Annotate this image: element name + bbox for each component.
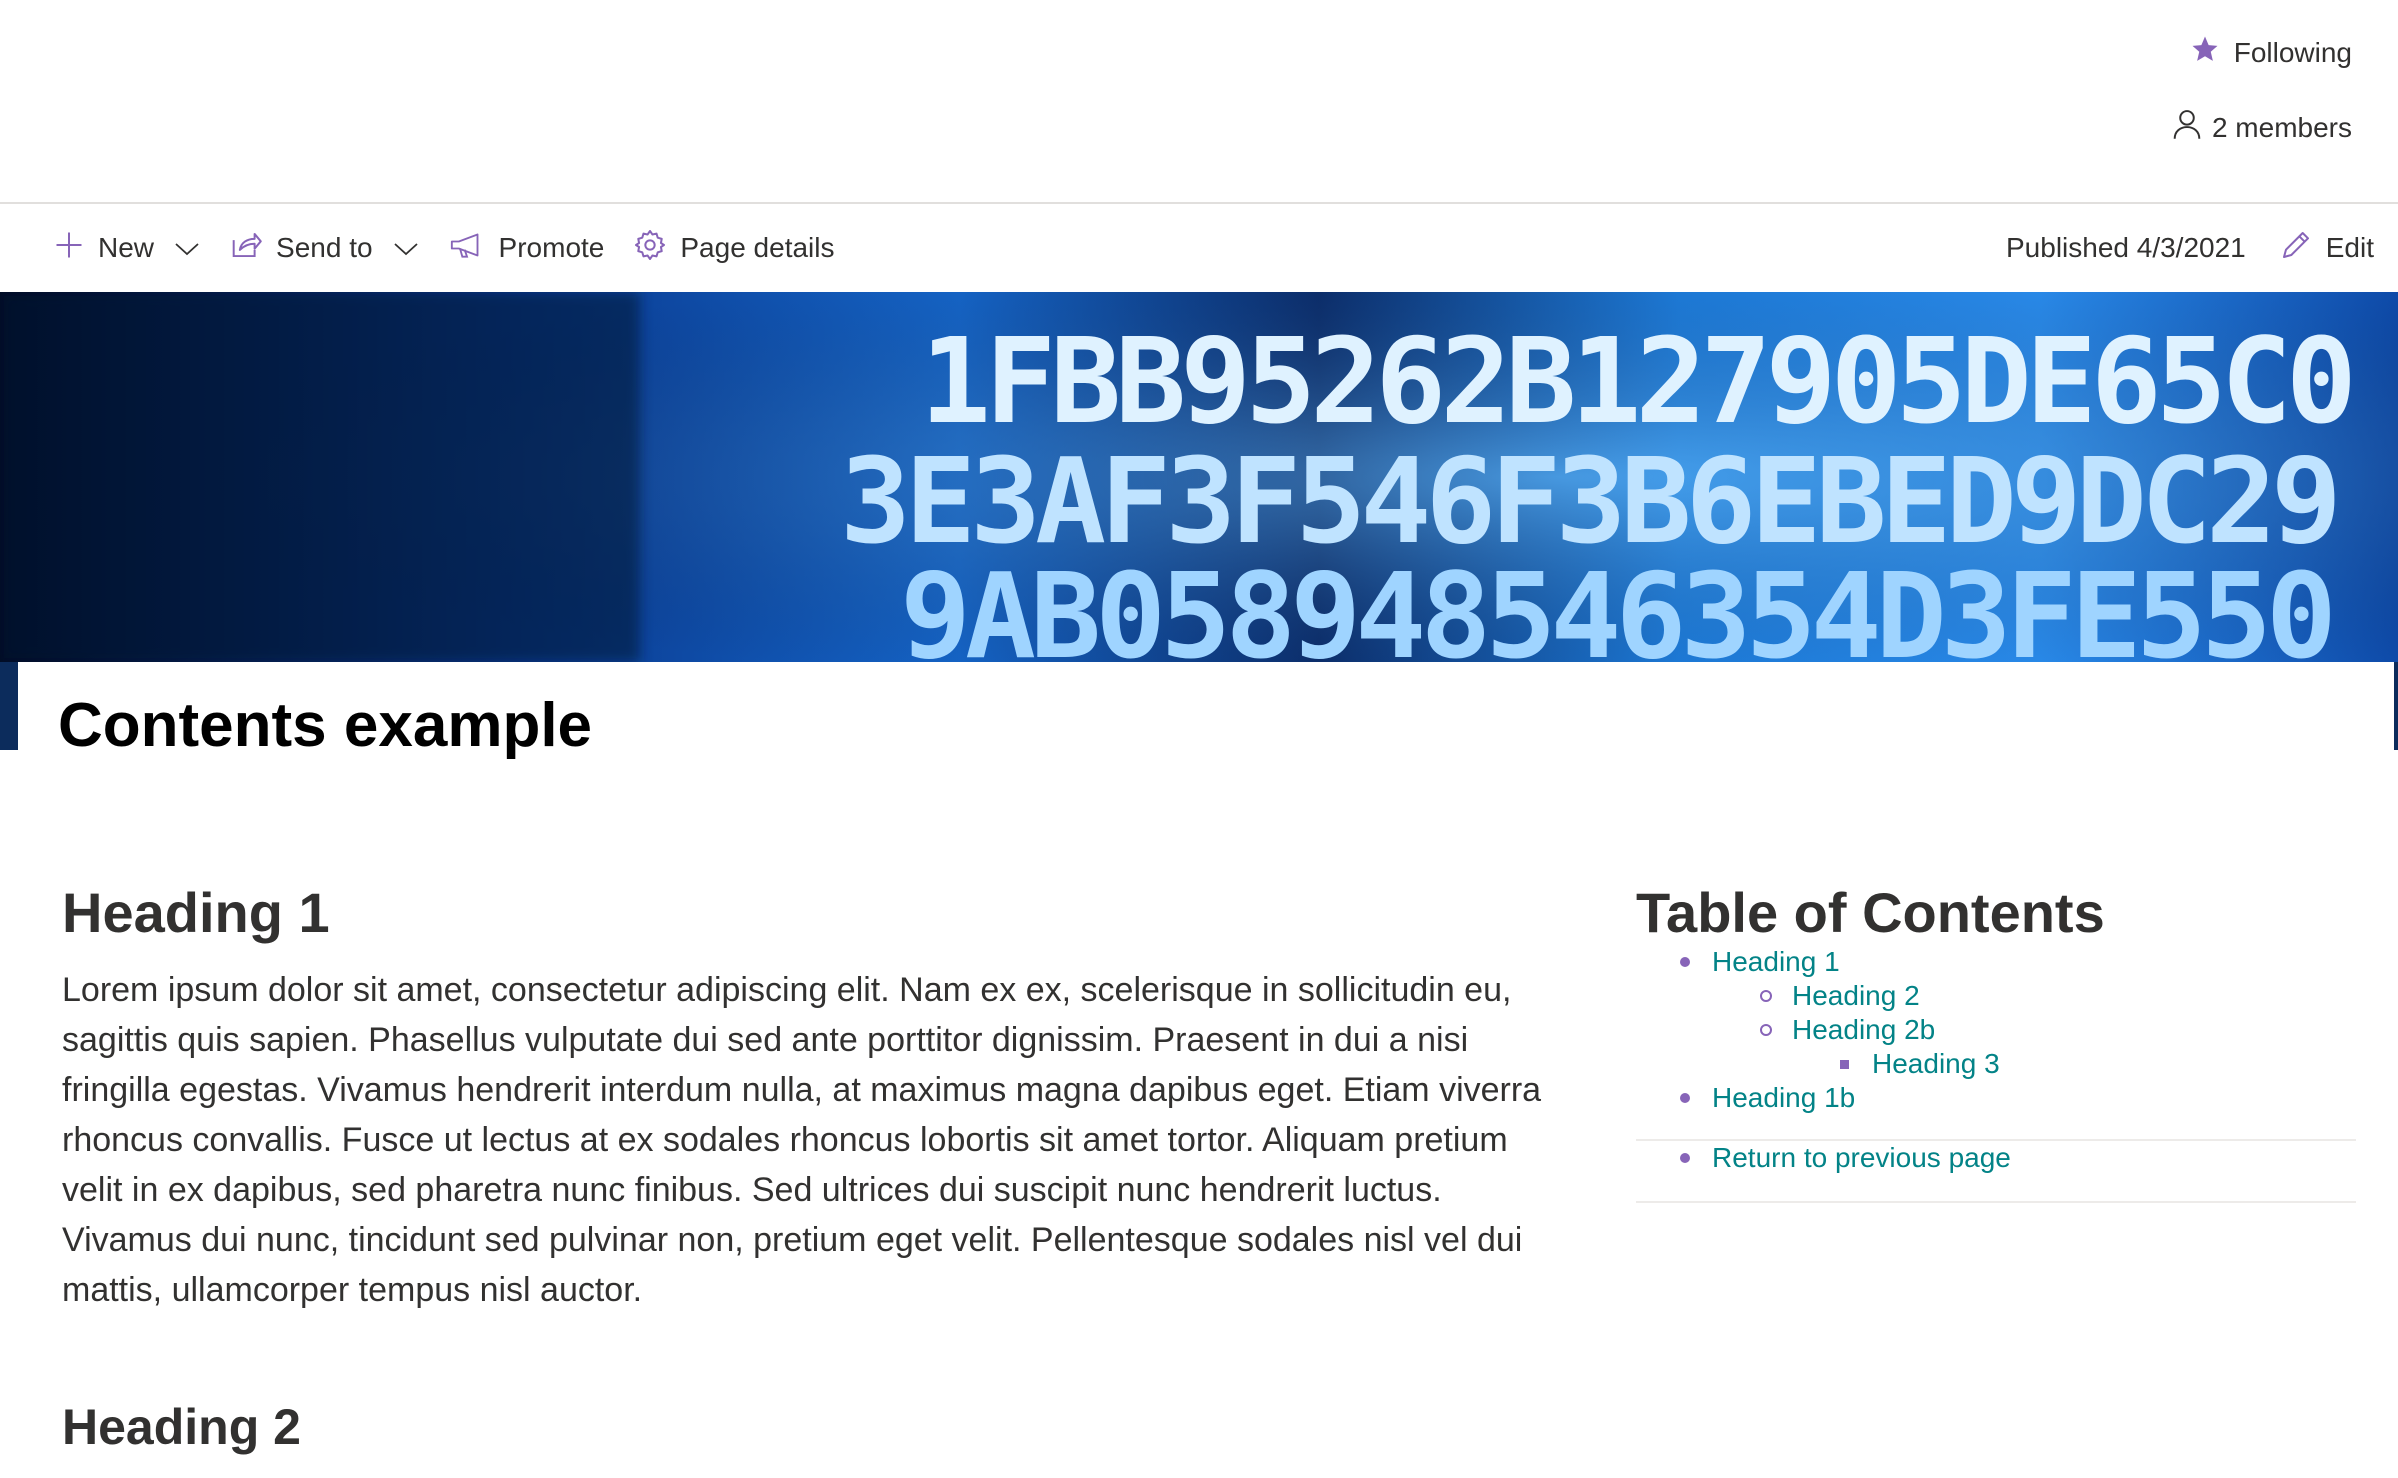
heading-2: Heading 2 xyxy=(62,1399,301,1455)
follow-label: Following xyxy=(2233,36,2352,68)
banner-row-3: 9AB058948546354D3FE550 xyxy=(900,547,2331,662)
toc-title: Table of Contents xyxy=(1636,881,2105,944)
send-to-label: Send to xyxy=(276,232,373,263)
share-icon xyxy=(230,230,262,267)
banner-row-1: 1FBB95262B127905DE65C0 xyxy=(920,312,2351,450)
toc-link-heading-3[interactable]: Heading 3 xyxy=(1636,1047,2356,1081)
promote-label: Promote xyxy=(498,232,605,263)
edit-button[interactable]: Edit xyxy=(2280,229,2374,268)
bullet-dot-icon xyxy=(1680,957,1690,967)
page-details-button[interactable]: Page details xyxy=(634,229,834,268)
body-paragraph: Lorem ipsum dolor sit amet, consectetur … xyxy=(62,971,1542,1309)
send-to-button[interactable]: Send to xyxy=(230,230,419,267)
toc-divider-bottom xyxy=(1636,1201,2356,1203)
banner-edge-left xyxy=(0,662,18,750)
table-of-contents: Table of Contents Heading 1 Heading 2 He… xyxy=(1636,880,2356,1203)
bullet-dot-icon xyxy=(1680,1153,1690,1163)
return-to-previous-page-link[interactable]: Return to previous page xyxy=(1636,1141,2356,1175)
return-list: Return to previous page xyxy=(1636,1141,2356,1175)
return-link-label: Return to previous page xyxy=(1712,1142,2011,1173)
toc-link-label: Heading 1b xyxy=(1712,1082,1856,1113)
gear-icon xyxy=(634,229,666,268)
toc-link-heading-2b[interactable]: Heading 2b xyxy=(1636,1013,2356,1047)
bullet-square-icon xyxy=(1840,1059,1849,1069)
toc-link-heading-1[interactable]: Heading 1 xyxy=(1636,945,2356,979)
toc-link-label: Heading 1 xyxy=(1712,946,1840,977)
star-icon xyxy=(2190,34,2220,71)
members-label: 2 members xyxy=(2211,111,2352,143)
toc-link-label: Heading 2 xyxy=(1792,980,1920,1011)
megaphone-icon xyxy=(449,231,485,266)
page-title: Contents example xyxy=(58,691,593,760)
person-icon xyxy=(2172,108,2202,147)
bullet-dot-icon xyxy=(1680,1093,1690,1103)
banner-edge-right xyxy=(2394,662,2398,750)
heading-1: Heading 1 xyxy=(62,881,330,944)
bullet-circle-icon xyxy=(1760,990,1772,1002)
members-button[interactable]: 2 members xyxy=(2172,108,2352,147)
toc-link-label: Heading 2b xyxy=(1792,1014,1936,1045)
edit-label: Edit xyxy=(2325,232,2374,263)
toc-link-heading-1b[interactable]: Heading 1b xyxy=(1636,1081,2356,1115)
site-header: Following 2 members xyxy=(0,0,2398,204)
command-bar: New Send to Promote Page details Publish… xyxy=(0,204,2398,292)
page-details-label: Page details xyxy=(680,232,835,263)
command-bar-right: Published 4/3/2021 Edit xyxy=(2006,204,2374,292)
plus-icon xyxy=(54,230,84,267)
toc-link-label: Heading 3 xyxy=(1872,1048,2000,1079)
main-content: Heading 1 Lorem ipsum dolor sit amet, co… xyxy=(62,880,1562,1315)
chevron-down-icon xyxy=(393,232,419,264)
hero-banner-image: 1FBB95262B127905DE65C0 3E3AF3F546F3B6EBE… xyxy=(0,292,2398,662)
pencil-icon xyxy=(2280,229,2312,268)
toc-list: Heading 1 Heading 2 Heading 2b Heading 3… xyxy=(1636,945,2356,1115)
published-status: Published 4/3/2021 xyxy=(2006,232,2246,263)
new-button[interactable]: New xyxy=(54,230,200,267)
bullet-circle-icon xyxy=(1760,1024,1772,1036)
toc-link-heading-2[interactable]: Heading 2 xyxy=(1636,979,2356,1013)
chevron-down-icon xyxy=(174,232,200,264)
promote-button[interactable]: Promote xyxy=(449,231,605,266)
new-label: New xyxy=(98,232,155,263)
follow-button[interactable]: Following xyxy=(2190,34,2352,71)
